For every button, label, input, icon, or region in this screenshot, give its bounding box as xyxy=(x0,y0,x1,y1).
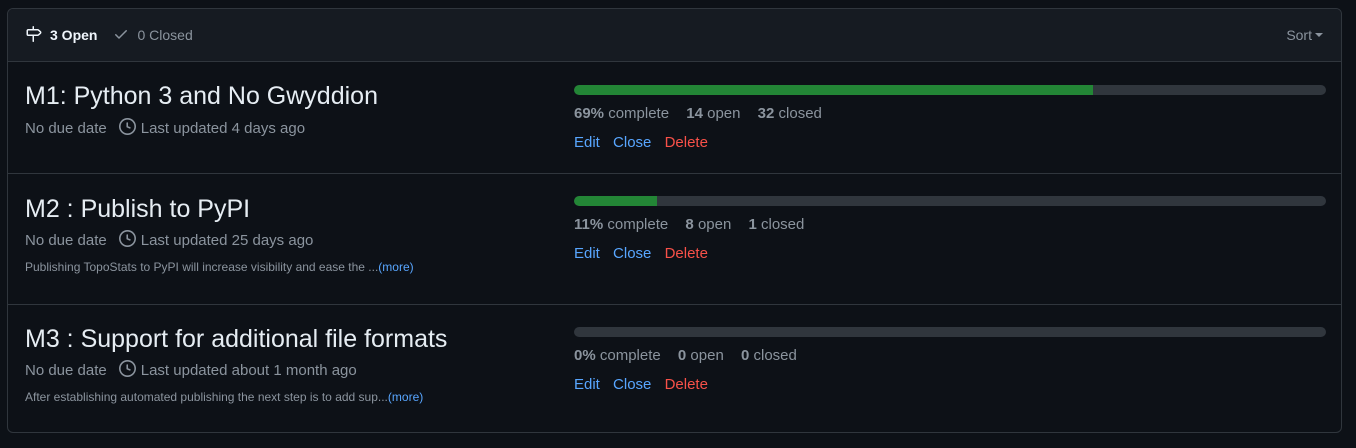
last-updated: Last updated 25 days ago xyxy=(140,232,314,249)
milestone-title[interactable]: M1: Python 3 and No Gwyddion xyxy=(25,82,378,110)
open-issues-link[interactable]: 8 open xyxy=(685,216,731,233)
milestone-title[interactable]: M2 : Publish to PyPI xyxy=(25,195,250,223)
progress-bar xyxy=(574,327,1326,337)
complete-label: complete xyxy=(608,105,670,122)
closed-issues-link[interactable]: 1 closed xyxy=(748,216,804,233)
closed-label: closed xyxy=(753,347,797,364)
clock-icon xyxy=(118,118,141,139)
milestone-title[interactable]: M3 : Support for additional file formats xyxy=(25,325,447,353)
due-date: No due date xyxy=(25,232,107,249)
open-label: open xyxy=(697,216,732,233)
clock-icon xyxy=(118,230,141,251)
open-milestones-tab[interactable]: 3 Open xyxy=(25,25,98,45)
percent-value: 11% xyxy=(574,216,604,233)
percent-value: 69% xyxy=(574,105,605,122)
open-count-label: 3 Open xyxy=(50,27,98,43)
sort-dropdown[interactable]: Sort xyxy=(1286,27,1323,43)
more-link[interactable]: (more) xyxy=(388,390,423,404)
edit-link[interactable]: Edit xyxy=(574,134,600,151)
closed-label: closed xyxy=(761,216,805,233)
milestones-box: 3 Open 0 Closed Sort M1: Python 3 and No… xyxy=(7,8,1342,433)
progress-fill xyxy=(574,85,1093,95)
closed-issues-link[interactable]: 32 closed xyxy=(758,105,822,122)
edit-link[interactable]: Edit xyxy=(574,245,600,262)
closed-issues-link[interactable]: 0 closed xyxy=(741,347,797,364)
closed-count: 1 xyxy=(748,216,757,233)
sort-label: Sort xyxy=(1286,27,1312,43)
open-count: 14 xyxy=(686,105,703,122)
more-link[interactable]: (more) xyxy=(378,260,413,274)
open-count: 8 xyxy=(685,216,694,233)
last-updated: Last updated 4 days ago xyxy=(140,120,306,137)
milestone-description: Publishing TopoStats to PyPI will increa… xyxy=(25,260,379,274)
delete-link[interactable]: Delete xyxy=(665,245,708,262)
clock-icon xyxy=(118,360,141,381)
caret-down-icon xyxy=(1315,33,1323,37)
check-icon xyxy=(113,26,137,45)
close-link[interactable]: Close xyxy=(613,245,651,262)
milestone-description: After establishing automated publishing … xyxy=(25,390,388,404)
open-issues-link[interactable]: 14 open xyxy=(686,105,740,122)
closed-count: 0 xyxy=(740,347,750,364)
edit-link[interactable]: Edit xyxy=(574,376,600,393)
open-issues-link[interactable]: 0 open xyxy=(678,347,724,364)
percent-value: 0% xyxy=(574,347,596,364)
milestone-item: M3 : Support for additional file formats… xyxy=(8,305,1341,432)
progress-fill xyxy=(574,196,657,206)
close-link[interactable]: Close xyxy=(613,134,651,151)
milestone-icon xyxy=(25,25,50,45)
complete-label: complete xyxy=(599,347,661,364)
due-date: No due date xyxy=(25,362,107,379)
last-updated: Last updated about 1 month ago xyxy=(140,362,357,379)
delete-link[interactable]: Delete xyxy=(665,134,708,151)
open-label: open xyxy=(707,105,741,122)
progress-bar xyxy=(574,196,1326,206)
closed-count: 32 xyxy=(757,105,775,122)
open-label: open xyxy=(690,347,724,364)
milestone-item: M2 : Publish to PyPI No due date Last up… xyxy=(8,174,1341,305)
progress-bar xyxy=(574,85,1326,95)
closed-label: closed xyxy=(778,105,822,122)
due-date: No due date xyxy=(25,120,107,137)
delete-link[interactable]: Delete xyxy=(665,376,708,393)
open-count: 0 xyxy=(677,347,687,364)
complete-label: complete xyxy=(607,216,669,233)
milestone-item: M1: Python 3 and No Gwyddion No due date… xyxy=(8,62,1341,174)
closed-milestones-tab[interactable]: 0 Closed xyxy=(113,26,193,45)
close-link[interactable]: Close xyxy=(613,376,651,393)
closed-count-label: 0 Closed xyxy=(137,27,193,43)
milestones-header: 3 Open 0 Closed Sort xyxy=(8,9,1341,62)
